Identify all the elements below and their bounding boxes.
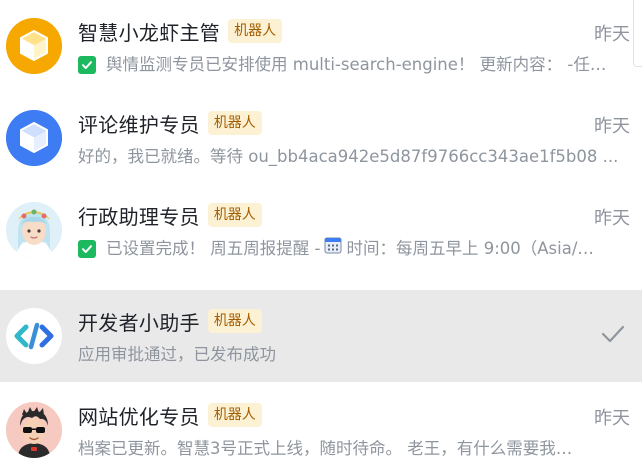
preview-text: 应用审批通过，已发布成功 — [78, 345, 276, 364]
chat-item-admin-assistant[interactable]: 行政助理专员 机器人 昨天 已设置完成！ 周五周报提醒 - 时间：每周五早上 9… — [0, 184, 642, 276]
calendar-icon — [324, 236, 342, 262]
chat-preview: 档案已更新。智慧3号正式上线，随时待命。 老王，有什么需要我… — [78, 436, 618, 462]
green-check-icon — [78, 240, 96, 258]
chat-time: 昨天 — [594, 24, 630, 45]
chat-item-smart-crayfish-manager[interactable]: 智慧小龙虾主管 机器人 昨天 舆情监测专员已安排使用 multi-search-… — [0, 0, 642, 92]
blue-cube-icon — [6, 110, 62, 166]
boy-sunglasses-avatar-icon — [6, 402, 62, 458]
checkmark-icon[interactable] — [600, 323, 626, 349]
bot-badge: 机器人 — [207, 111, 262, 135]
chat-name: 开发者小助手 — [78, 310, 200, 335]
chat-name: 智慧小龙虾主管 — [78, 20, 221, 45]
bot-badge: 机器人 — [228, 19, 283, 43]
chat-preview: 好的，我已就绪。等待 ou_bb4aca942e5d87f9766cc343ae… — [78, 144, 618, 170]
scrollbar[interactable] — [633, 0, 642, 67]
chat-item-developer-assistant[interactable]: 开发者小助手 机器人 应用审批通过，已发布成功 — [0, 290, 642, 382]
preview-text: 已设置完成！ 周五周报提醒 - — [106, 239, 321, 258]
bot-badge: 机器人 — [207, 203, 262, 227]
chat-time: 昨天 — [594, 116, 630, 137]
chat-item-website-optimization[interactable]: 网站优化专员 机器人 昨天 档案已更新。智慧3号正式上线，随时待命。 老王，有什… — [0, 384, 642, 476]
preview-text: 好的，我已就绪。等待 ou_bb4aca942e5d87f9766cc343ae… — [78, 147, 618, 166]
chat-preview: 应用审批通过，已发布成功 — [78, 342, 618, 368]
preview-text-time: 时间：每周五早上 9:00（Asia/… — [346, 239, 594, 258]
bot-badge: 机器人 — [207, 309, 262, 333]
chat-list: 智慧小龙虾主管 机器人 昨天 舆情监测专员已安排使用 multi-search-… — [0, 0, 642, 476]
preview-text: 舆情监测专员已安排使用 multi-search-engine！ 更新内容： -… — [106, 55, 607, 74]
chat-preview: 舆情监测专员已安排使用 multi-search-engine！ 更新内容： -… — [78, 52, 618, 78]
chat-name: 网站优化专员 — [78, 404, 200, 429]
bot-badge: 机器人 — [207, 403, 262, 427]
chat-preview: 已设置完成！ 周五周报提醒 - 时间：每周五早上 9:00（Asia/… — [78, 236, 618, 262]
chat-time: 昨天 — [594, 408, 630, 429]
yellow-cube-icon — [6, 18, 62, 74]
chat-time: 昨天 — [594, 208, 630, 229]
code-brackets-icon — [6, 308, 62, 364]
green-check-icon — [78, 56, 96, 74]
preview-text: 档案已更新。智慧3号正式上线，随时待命。 老王，有什么需要我… — [78, 439, 573, 458]
chat-item-comment-maintenance[interactable]: 评论维护专员 机器人 昨天 好的，我已就绪。等待 ou_bb4aca942e5d… — [0, 92, 642, 184]
girl-avatar-icon — [6, 202, 62, 258]
chat-name: 行政助理专员 — [78, 204, 200, 229]
chat-name: 评论维护专员 — [78, 112, 200, 137]
